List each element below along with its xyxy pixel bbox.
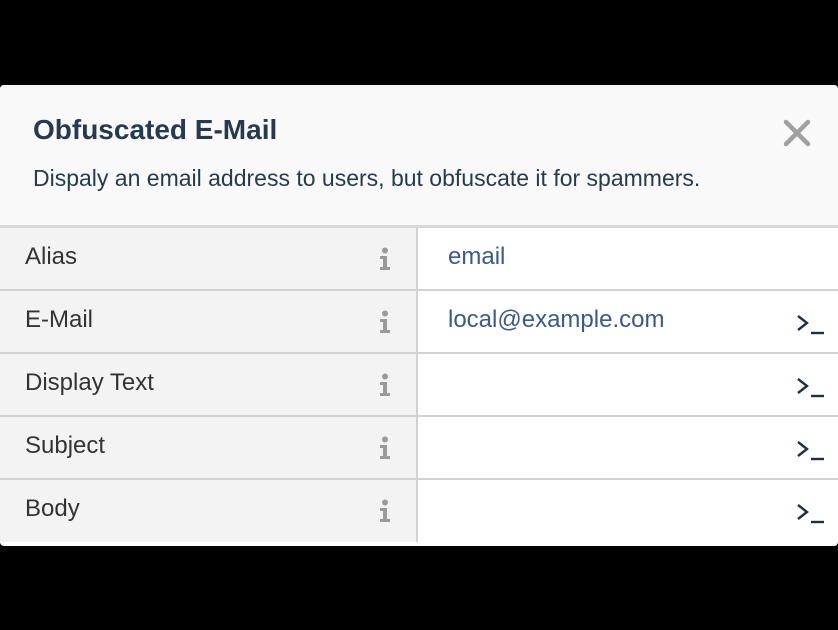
terminal-icon[interactable] [796,313,826,335]
info-icon[interactable] [378,373,392,397]
dialog-description: Dispaly an email address to users, but o… [33,165,701,191]
close-icon [783,119,811,147]
property-label-cell: Subject [0,417,418,478]
close-button[interactable] [782,118,812,148]
info-icon[interactable] [378,247,392,271]
property-row-body: Body [0,480,838,542]
terminal-icon[interactable] [796,439,826,461]
property-value-cell[interactable] [418,354,838,415]
property-value[interactable]: local@example.com [448,305,664,335]
dialog-header: Obfuscated E-Mail Dispaly an email addre… [0,85,838,228]
property-value[interactable]: email [448,242,505,272]
property-label-cell: E-Mail [0,291,418,352]
property-label-cell: Display Text [0,354,418,415]
property-row-email: E-Mail local@example.com [0,291,838,354]
info-icon[interactable] [378,310,392,334]
property-row-subject: Subject [0,417,838,480]
obfuscated-email-dialog: Obfuscated E-Mail Dispaly an email addre… [0,85,838,546]
property-label: Display Text [25,369,154,396]
property-label: Alias [25,243,78,270]
property-label-cell: Alias [0,228,418,289]
info-icon[interactable] [378,499,392,523]
terminal-icon[interactable] [796,376,826,398]
terminal-icon[interactable] [796,502,826,524]
property-value-cell[interactable] [418,480,838,542]
property-label-cell: Body [0,480,418,542]
property-value-cell[interactable]: local@example.com [418,291,838,352]
property-row-alias: Alias email [0,228,838,291]
properties-grid: Alias email E-Mail local@example.com Dis… [0,228,838,542]
property-label: E-Mail [25,306,94,333]
property-row-display-text: Display Text [0,354,838,417]
property-value-cell[interactable]: email [418,228,838,289]
property-value-cell[interactable] [418,417,838,478]
info-icon[interactable] [378,436,392,460]
property-label: Subject [25,432,106,459]
dialog-title: Obfuscated E-Mail [33,114,278,145]
property-label: Body [25,495,80,522]
